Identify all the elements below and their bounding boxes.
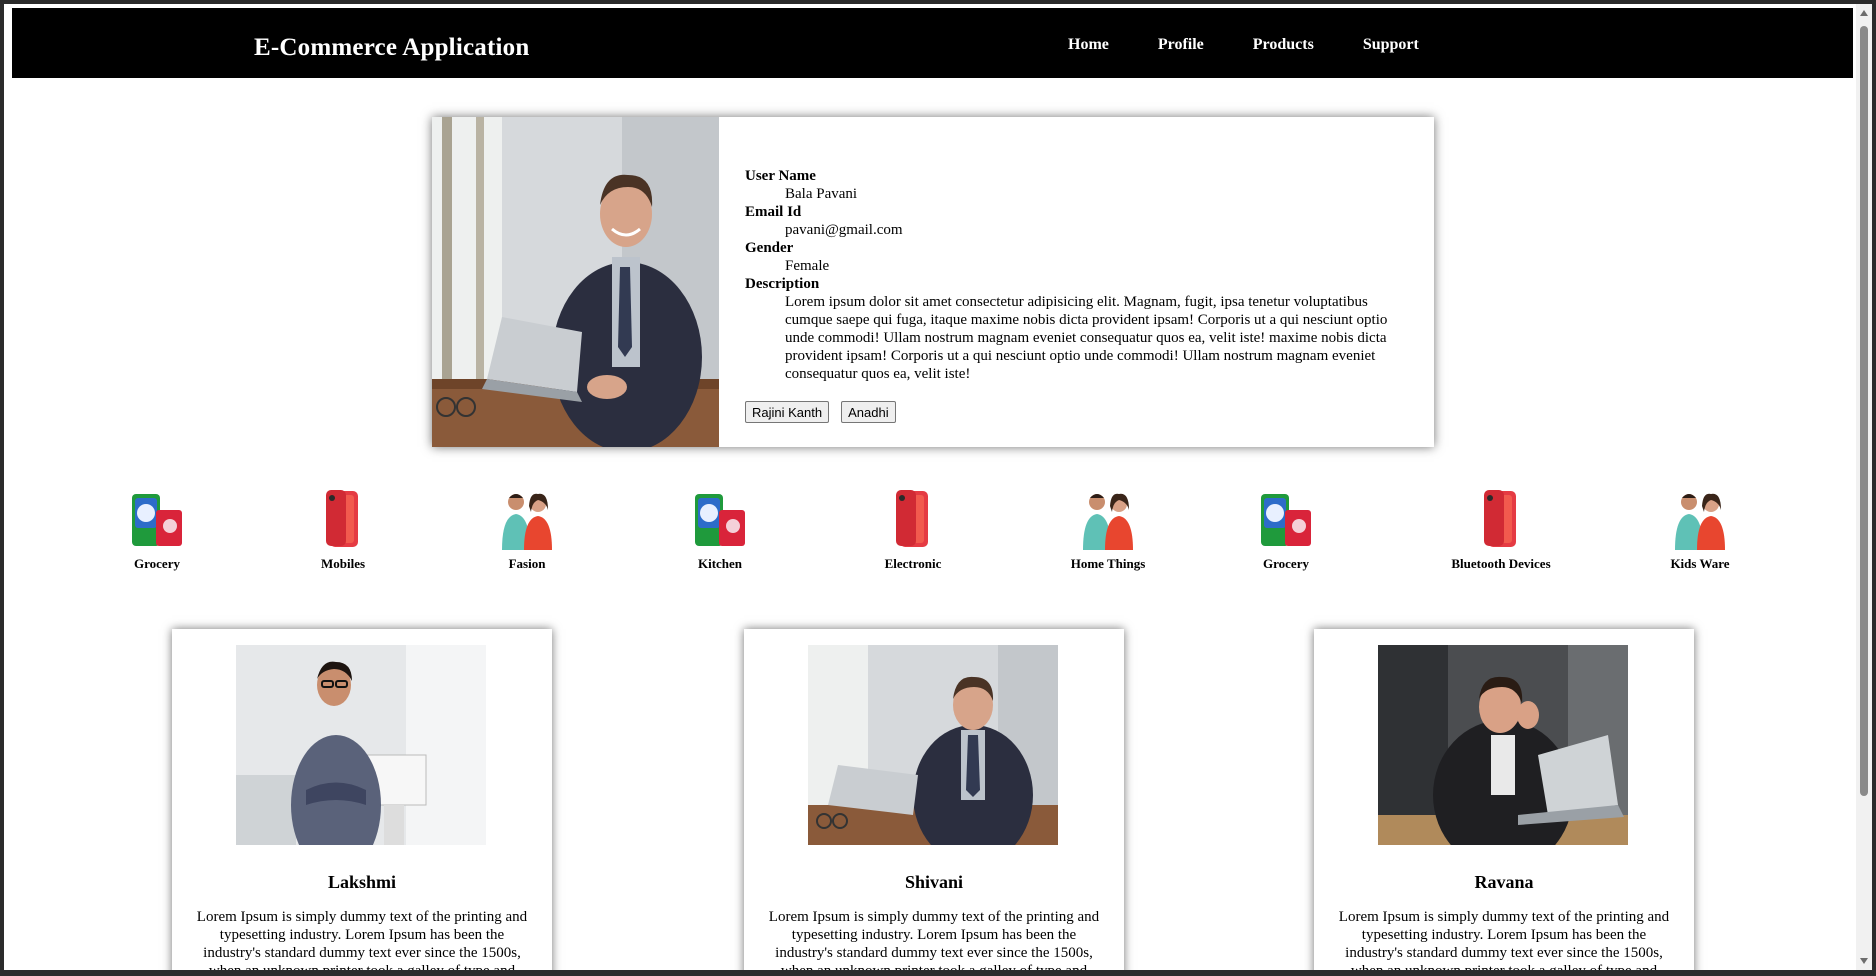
phone-icon <box>882 488 944 550</box>
person-description: Lorem Ipsum is simply dummy text of the … <box>768 909 1100 970</box>
gender-value: Female <box>785 258 830 274</box>
email-value: pavani@gmail.com <box>785 222 903 238</box>
detergent-box-icon <box>1255 488 1317 550</box>
category-label: Grocery <box>1263 556 1309 571</box>
scroll-thumb[interactable] <box>1860 26 1868 796</box>
vertical-scrollbar[interactable] <box>1856 4 1872 970</box>
category-bluetooth-devices[interactable]: Bluetooth Devices <box>1421 488 1581 572</box>
category-label: Fasion <box>508 556 546 571</box>
nav-home-link[interactable]: Home <box>1068 36 1109 54</box>
phone-icon <box>1470 488 1532 550</box>
anadhi-button[interactable]: Anadhi <box>841 401 896 423</box>
nav-links: Home Profile Products Support <box>1068 36 1468 54</box>
phone-icon <box>312 488 374 550</box>
person-description: Lorem Ipsum is simply dummy text of the … <box>1338 909 1670 970</box>
category-label: Home Things <box>1070 556 1146 571</box>
category-label: Grocery <box>134 556 180 571</box>
rajini-kanth-button[interactable]: Rajini Kanth <box>745 401 830 423</box>
category-label: Bluetooth Devices <box>1451 556 1551 571</box>
nav-products-link[interactable]: Products <box>1253 36 1314 54</box>
nav-profile-link[interactable]: Profile <box>1158 36 1204 54</box>
profile-photo <box>432 117 719 447</box>
description-value: Lorem ipsum dolor sit amet consectetur a… <box>785 294 1388 382</box>
person-photo <box>808 645 1058 845</box>
person-card-shivani: Shivani Lorem Ipsum is simply dummy text… <box>744 629 1124 970</box>
profile-card: User Name Bala Pavani Email Id pavani@gm… <box>432 117 1434 447</box>
top-navbar: E-Commerce Application Home Profile Prod… <box>12 8 1853 78</box>
person-name: Lakshmi <box>327 872 397 892</box>
nav-support-link[interactable]: Support <box>1363 36 1419 54</box>
category-fasion[interactable]: Fasion <box>447 488 607 572</box>
category-label: Kids Ware <box>1670 556 1730 571</box>
detergent-box-icon <box>126 488 188 550</box>
category-label: Mobiles <box>320 556 366 571</box>
scroll-up-arrow-icon[interactable] <box>1860 10 1868 16</box>
person-card-lakshmi: Lakshmi Lorem Ipsum is simply dummy text… <box>172 629 552 970</box>
person-name: Shivani <box>904 872 964 892</box>
category-kitchen[interactable]: Kitchen <box>640 488 800 572</box>
user-name-label: User Name <box>745 168 816 184</box>
profile-actions: Rajini Kanth Anadhi <box>745 401 896 423</box>
page-viewport: E-Commerce Application Home Profile Prod… <box>4 4 1856 970</box>
scroll-down-arrow-icon[interactable] <box>1860 958 1868 964</box>
person-photo <box>1378 645 1628 845</box>
category-grocery-2[interactable]: Grocery <box>1206 488 1366 572</box>
category-electronic[interactable]: Electronic <box>833 488 993 572</box>
person-description: Lorem Ipsum is simply dummy text of the … <box>196 909 528 970</box>
person-photo <box>236 645 486 845</box>
couple-icon <box>496 488 558 550</box>
profile-details: User Name Bala Pavani Email Id pavani@gm… <box>745 167 1405 383</box>
app-title: E-Commerce Application <box>254 34 530 61</box>
category-label: Kitchen <box>697 556 743 571</box>
gender-label: Gender <box>745 240 794 256</box>
category-label: Electronic <box>884 556 942 571</box>
detergent-box-icon <box>689 488 751 550</box>
category-grocery[interactable]: Grocery <box>77 488 237 572</box>
description-label: Description <box>745 276 820 292</box>
user-name-value: Bala Pavani <box>785 186 858 202</box>
category-home-things[interactable]: Home Things <box>1028 488 1188 572</box>
email-label: Email Id <box>745 204 802 220</box>
couple-icon <box>1669 488 1731 550</box>
person-card-ravana: Ravana Lorem Ipsum is simply dummy text … <box>1314 629 1694 970</box>
category-mobiles[interactable]: Mobiles <box>263 488 423 572</box>
person-name: Ravana <box>1474 872 1534 892</box>
couple-icon <box>1077 488 1139 550</box>
category-strip: Grocery Mobiles Fasion Kitchen Electroni… <box>4 488 1856 584</box>
category-kids-ware[interactable]: Kids Ware <box>1620 488 1780 572</box>
